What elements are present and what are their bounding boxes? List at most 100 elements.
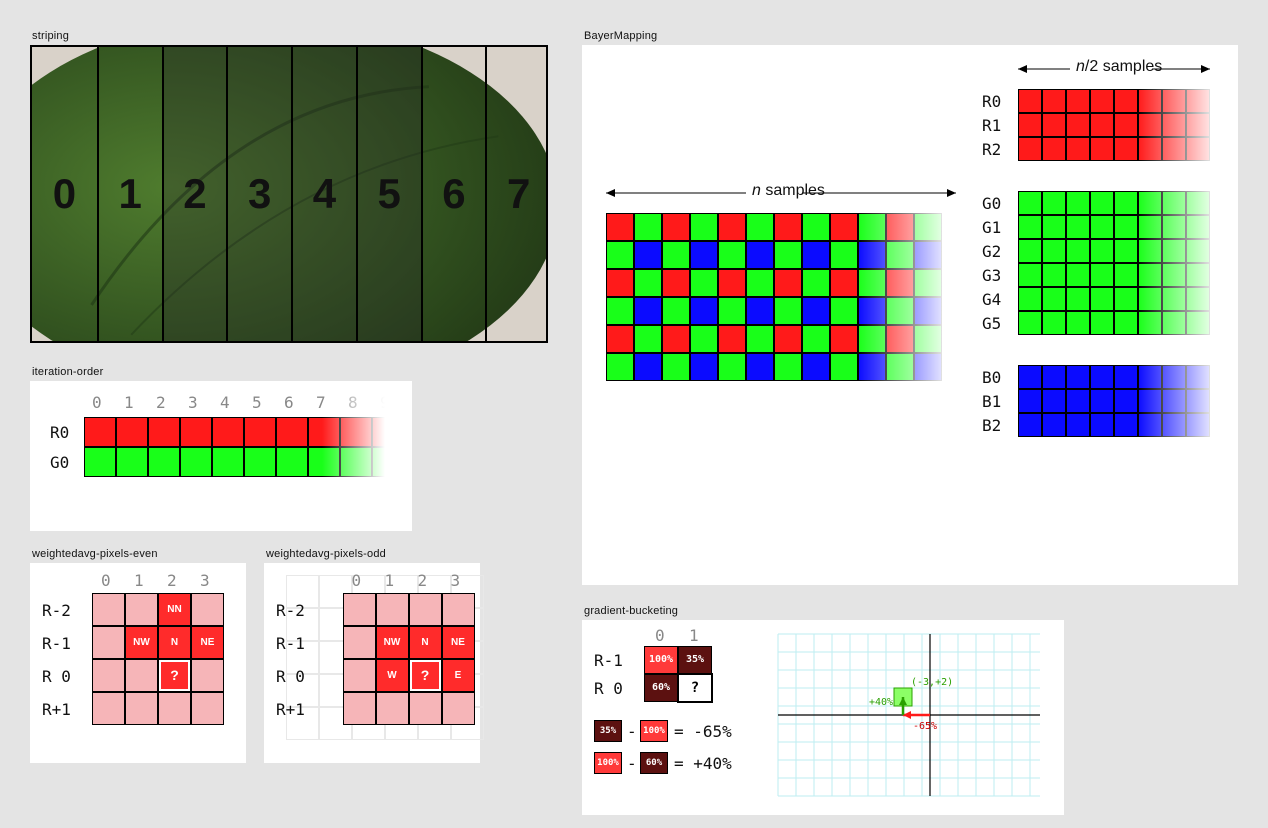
wavg-cell-W: W bbox=[376, 659, 409, 692]
gb-plot: (-3,+2) -65% +40% bbox=[774, 630, 1044, 800]
gb-eq-chip: 60% bbox=[640, 752, 668, 774]
bayer-mosaic-cell bbox=[606, 297, 634, 325]
gb-plot-label: (-3,+2) bbox=[911, 677, 953, 688]
bayer-mosaic-cell bbox=[830, 353, 858, 381]
bayer-row-label: G1 bbox=[982, 218, 1001, 237]
bayer-plane-cell bbox=[1042, 137, 1066, 161]
gb-plot-label: +40% bbox=[869, 697, 893, 708]
wavg-cell bbox=[442, 692, 475, 725]
bayer-plane-cell bbox=[1186, 413, 1210, 437]
bayer-row-label: G5 bbox=[982, 314, 1001, 333]
bayer-row-label: G3 bbox=[982, 266, 1001, 285]
bayer-plane-cell bbox=[1162, 389, 1186, 413]
wavg-col-label: 2 bbox=[418, 571, 428, 590]
bayer-mosaic-cell bbox=[746, 213, 774, 241]
iter-cell bbox=[340, 447, 372, 477]
gb-eq-chip: 100% bbox=[594, 752, 622, 774]
wavg-cell bbox=[409, 692, 442, 725]
bayer-row-label: B1 bbox=[982, 392, 1001, 411]
bayer-plane-cell bbox=[1066, 263, 1090, 287]
bayer-plane-cell bbox=[1138, 137, 1162, 161]
bayer-mosaic-cell bbox=[774, 353, 802, 381]
bayer-plane-cell bbox=[1066, 191, 1090, 215]
bayer-plane-cell bbox=[1090, 89, 1114, 113]
wavg-center-label: ? bbox=[159, 660, 190, 691]
bayer-plane-cell bbox=[1186, 137, 1210, 161]
iter-col-label: 3 bbox=[188, 393, 198, 412]
iteration-cells: 0123456789R0G0 bbox=[30, 381, 412, 531]
bayer-plane-cell bbox=[1090, 137, 1114, 161]
gb-cell-value: ? bbox=[679, 675, 711, 701]
bayer-plane-cell bbox=[1018, 365, 1042, 389]
wavg-row-label: R-1 bbox=[276, 634, 305, 653]
bayer-plane-cell bbox=[1066, 89, 1090, 113]
bayer-plane-cell bbox=[1138, 287, 1162, 311]
gb-plot-label: -65% bbox=[913, 721, 937, 732]
bayer-mosaic-cell bbox=[662, 325, 690, 353]
bayer-plane-cell bbox=[1162, 113, 1186, 137]
bayer-mosaic-cell bbox=[802, 241, 830, 269]
bayer-mosaic-cell bbox=[662, 269, 690, 297]
bayer-plane-cell bbox=[1042, 311, 1066, 335]
wavg-cell bbox=[191, 659, 224, 692]
bayer-mosaic-cell bbox=[718, 325, 746, 353]
bayer-mosaic-cell bbox=[858, 325, 886, 353]
bayer-plane-cell bbox=[1114, 389, 1138, 413]
gradient-bucketing-figure: 01R-1R 0100%35%60%?35%-100%= -65%100%-60… bbox=[582, 620, 1064, 815]
wavg-cell bbox=[92, 626, 125, 659]
gb-cell-a: 100% bbox=[644, 646, 678, 674]
bayer-plane-cell bbox=[1138, 215, 1162, 239]
bayer-mosaic-cell bbox=[830, 213, 858, 241]
bayer-mosaic-cell bbox=[886, 325, 914, 353]
bayer-mosaic-cell bbox=[634, 269, 662, 297]
bayer-mosaic-cell bbox=[662, 241, 690, 269]
gb-col-label: 1 bbox=[689, 626, 699, 645]
bayer-plane-cell bbox=[1066, 311, 1090, 335]
wavg-cell bbox=[125, 692, 158, 725]
wavg-cell-NW: NW bbox=[125, 626, 158, 659]
bayer-plane-cell bbox=[1186, 311, 1210, 335]
wavg-row-label: R+1 bbox=[276, 700, 305, 719]
wavg-cell bbox=[125, 593, 158, 626]
wavg-cell bbox=[343, 593, 376, 626]
bayer-mosaic-cell bbox=[802, 353, 830, 381]
wavg-cell bbox=[158, 692, 191, 725]
bayer-row-label: B2 bbox=[982, 416, 1001, 435]
bayer-plane-cell bbox=[1186, 239, 1210, 263]
iter-row-label: G0 bbox=[50, 453, 69, 472]
wavg-cell-label: NE bbox=[443, 627, 474, 658]
bayer-mosaic-cell bbox=[690, 269, 718, 297]
wavg-cell bbox=[442, 593, 475, 626]
wavg-col-label: 0 bbox=[101, 571, 111, 590]
bayer-plane-cell bbox=[1066, 113, 1090, 137]
bayer-plane-cell bbox=[1018, 389, 1042, 413]
bayer-mosaic-cell bbox=[606, 325, 634, 353]
iter-cell bbox=[244, 417, 276, 447]
iter-cell bbox=[212, 417, 244, 447]
wavg-cell bbox=[125, 659, 158, 692]
bayer-plane-cell bbox=[1042, 263, 1066, 287]
bayer-plane-cell bbox=[1018, 89, 1042, 113]
bayer-mosaic-cell bbox=[718, 213, 746, 241]
bayer-mosaic-cell bbox=[858, 353, 886, 381]
iter-cell bbox=[276, 447, 308, 477]
bayer-plane-cell bbox=[1138, 239, 1162, 263]
gb-cell-q: ? bbox=[678, 674, 712, 702]
wavg-cell-NN: NN bbox=[158, 593, 191, 626]
bayer-row-label: G2 bbox=[982, 242, 1001, 261]
gb-cell-value: 100% bbox=[645, 647, 677, 673]
bayer-mosaic-cell bbox=[634, 297, 662, 325]
wavg-col-label: 1 bbox=[134, 571, 144, 590]
bayer-mosaic-cell bbox=[690, 353, 718, 381]
wavg-col-label: 1 bbox=[385, 571, 395, 590]
bayer-plane-cell bbox=[1186, 113, 1210, 137]
iter-col-label: 8 bbox=[348, 393, 358, 412]
bayer-plane-cell bbox=[1162, 365, 1186, 389]
bayer-plane-cell bbox=[1018, 137, 1042, 161]
wavg-cell-label: E bbox=[443, 660, 474, 691]
wavg-col-label: 3 bbox=[451, 571, 461, 590]
gradient-bucketing-title: gradient-bucketing bbox=[584, 605, 1064, 617]
bayer-plane-cell bbox=[1114, 413, 1138, 437]
wavg-cell-label: NW bbox=[126, 627, 157, 658]
weightedavg-odd-figure: 0123R-2R-1R 0R+1NWNNEWE? bbox=[264, 563, 480, 763]
